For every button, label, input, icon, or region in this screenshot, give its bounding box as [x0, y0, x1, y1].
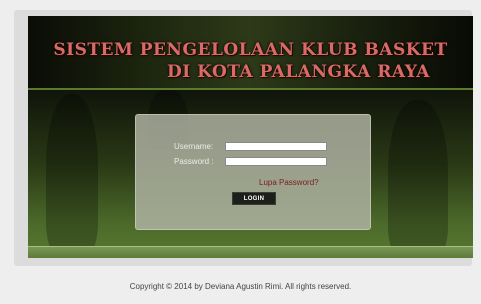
- username-input[interactable]: [225, 142, 327, 151]
- page-title-line2: DI KOTA PALANGKA RAYA: [167, 62, 430, 82]
- login-button[interactable]: LOGIN: [232, 192, 276, 205]
- copyright-text: Copyright © 2014 by Deviana Agustin Rimi…: [129, 282, 352, 291]
- password-input[interactable]: [225, 157, 327, 166]
- forgot-password-link[interactable]: Lupa Password?: [259, 178, 319, 187]
- username-label: Username:: [174, 142, 214, 151]
- login-panel: [135, 114, 371, 230]
- page-title-line1: SISTEM PENGELOLAAN KLUB BASKET: [53, 40, 448, 60]
- player-silhouette-left: [46, 94, 98, 254]
- header-banner: SISTEM PENGELOLAAN KLUB BASKET DI KOTA P…: [28, 16, 473, 90]
- footer-strip: [28, 246, 473, 258]
- password-label: Password :: [174, 157, 214, 166]
- player-silhouette-right: [388, 100, 448, 258]
